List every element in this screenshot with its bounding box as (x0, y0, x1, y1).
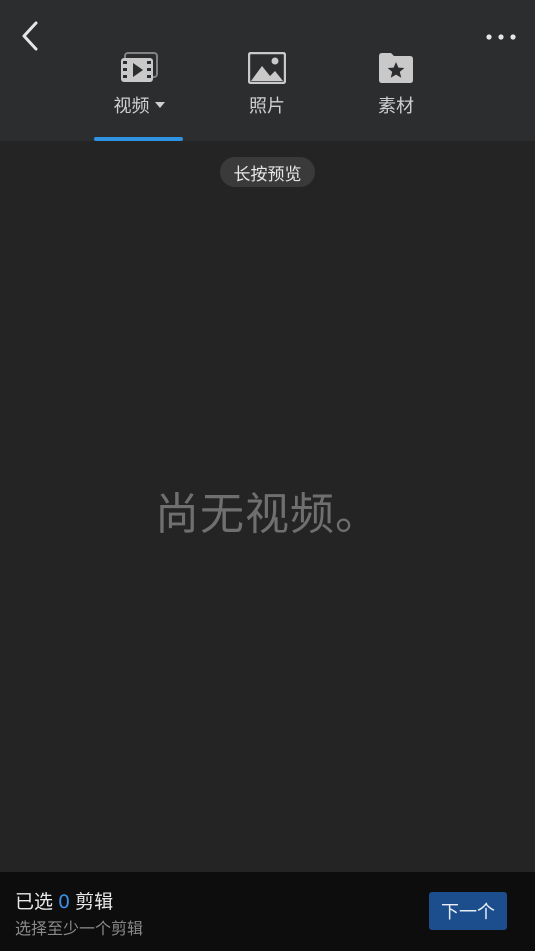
more-horizontal-icon (486, 34, 516, 40)
selected-suffix: 剪辑 (75, 891, 114, 913)
empty-state-message: 尚无视频。 (155, 489, 380, 540)
tab-material[interactable]: 素材 (351, 48, 441, 128)
chevron-left-icon (22, 21, 38, 51)
long-press-preview-hint: 长按预览 (220, 157, 315, 187)
tab-photo[interactable]: 照片 (222, 48, 312, 128)
top-bar: 视频 照片 素材 (0, 0, 535, 141)
next-button[interactable]: 下一个 (429, 892, 507, 930)
back-button[interactable] (12, 18, 48, 54)
tab-video[interactable]: 视频 (94, 48, 184, 128)
media-picker-screen: 视频 照片 素材 长按预览 尚无视频。 已选 0 剪辑 选择至少一个剪辑 下一个 (0, 0, 535, 951)
selected-prefix: 已选 (15, 891, 54, 913)
more-button[interactable] (481, 22, 521, 52)
image-icon (247, 48, 287, 88)
selected-tab-indicator (94, 137, 183, 141)
star-folder-icon (376, 48, 416, 88)
selection-hint: 选择至少一个剪辑 (15, 919, 144, 938)
bottom-bar: 已选 0 剪辑 选择至少一个剪辑 下一个 (0, 872, 535, 951)
caret-down-icon (154, 102, 165, 108)
tab-photo-label: 照片 (249, 96, 285, 117)
selected-count: 0 (58, 891, 71, 913)
selection-count-line: 已选 0 剪辑 (15, 887, 113, 914)
tab-material-label: 素材 (378, 96, 414, 117)
tab-video-label: 视频 (113, 96, 150, 117)
film-icon (119, 48, 159, 88)
